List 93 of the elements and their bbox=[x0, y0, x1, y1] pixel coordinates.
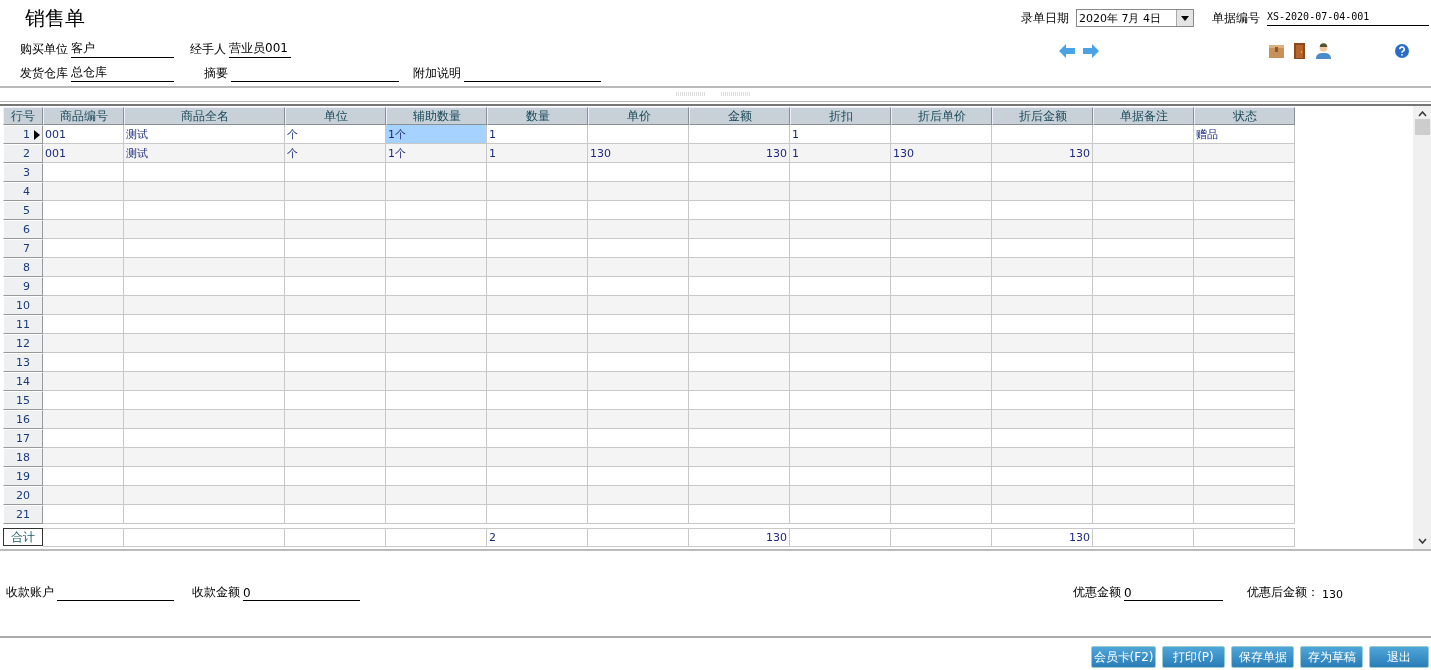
row-number: 7 bbox=[3, 239, 43, 258]
column-header[interactable]: 单价 bbox=[588, 107, 689, 125]
field-label: 优惠后金额： bbox=[1247, 584, 1319, 601]
table-cell: 1个 bbox=[386, 125, 487, 144]
table-cell: 001 bbox=[43, 125, 124, 144]
total-label: 合计 bbox=[3, 528, 43, 546]
field-label: 收款账户 bbox=[6, 584, 54, 601]
table-cell: 130 bbox=[992, 144, 1093, 163]
row-number: 10 bbox=[3, 296, 43, 315]
user-icon[interactable] bbox=[1316, 43, 1331, 59]
row-number: 1 bbox=[3, 125, 43, 144]
table-cell: 1 bbox=[487, 125, 588, 144]
action-button[interactable]: 存为草稿 bbox=[1300, 646, 1363, 668]
row-number: 9 bbox=[3, 277, 43, 296]
field-value: 130 bbox=[1322, 588, 1343, 601]
row-number: 21 bbox=[3, 505, 43, 524]
column-header[interactable]: 金额 bbox=[689, 107, 790, 125]
field-label: 收款金额 bbox=[192, 584, 240, 601]
row-number: 12 bbox=[3, 334, 43, 353]
input-field[interactable]: XS-2020-07-04-001 bbox=[1267, 10, 1429, 26]
column-header[interactable]: 折后单价 bbox=[891, 107, 992, 125]
table-cell: 2 bbox=[487, 528, 588, 547]
table-cell: 测试 bbox=[124, 125, 285, 144]
caret-down-icon bbox=[1181, 15, 1189, 21]
row-number: 13 bbox=[3, 353, 43, 372]
row-number: 14 bbox=[3, 372, 43, 391]
field-label: 摘要 bbox=[204, 65, 228, 82]
table-cell: 个 bbox=[285, 144, 386, 163]
field-label: 录单日期 bbox=[1021, 9, 1069, 27]
date-value: 2020年 7月 4日 bbox=[1079, 10, 1161, 26]
column-header[interactable]: 单位 bbox=[285, 107, 386, 125]
table-cell: 130 bbox=[588, 144, 689, 163]
table-cell: 001 bbox=[43, 144, 124, 163]
action-button[interactable]: 会员卡(F2) bbox=[1091, 646, 1156, 668]
row-number: 15 bbox=[3, 391, 43, 410]
row-number: 4 bbox=[3, 182, 43, 201]
column-header[interactable]: 状态 bbox=[1194, 107, 1295, 125]
page-title: 销售单 bbox=[24, 5, 86, 32]
input-field[interactable]: 总仓库 bbox=[71, 64, 174, 82]
table-cell: 测试 bbox=[124, 144, 285, 163]
table-cell: 130 bbox=[689, 528, 790, 547]
table-cell: 1 bbox=[487, 144, 588, 163]
field-label: 优惠金额 bbox=[1073, 584, 1121, 601]
box-icon[interactable] bbox=[1269, 44, 1284, 58]
input-field[interactable]: 营业员001 bbox=[229, 40, 291, 58]
field-label: 经手人 bbox=[190, 41, 226, 58]
table-cell: 1 bbox=[790, 144, 891, 163]
column-header[interactable]: 商品全名 bbox=[124, 107, 285, 125]
column-header[interactable]: 折扣 bbox=[790, 107, 891, 125]
column-header[interactable]: 行号 bbox=[3, 107, 43, 125]
dropdown-button[interactable] bbox=[1176, 10, 1193, 26]
row-number: 19 bbox=[3, 467, 43, 486]
table-cell: 1 bbox=[790, 125, 891, 144]
table-cell: 130 bbox=[891, 144, 992, 163]
date-picker[interactable]: 2020年 7月 4日 bbox=[1076, 9, 1194, 27]
field-label: 发货仓库 bbox=[20, 65, 68, 82]
row-number: 17 bbox=[3, 429, 43, 448]
help-icon[interactable] bbox=[1395, 44, 1409, 58]
table-cell: 1个 bbox=[386, 144, 487, 163]
input-field[interactable]: 0 bbox=[1124, 586, 1223, 601]
column-header[interactable]: 数量 bbox=[487, 107, 588, 125]
row-number: 18 bbox=[3, 448, 43, 467]
row-number: 11 bbox=[3, 315, 43, 334]
current-row-icon bbox=[34, 130, 40, 140]
row-number: 20 bbox=[3, 486, 43, 505]
column-header[interactable]: 折后金额 bbox=[992, 107, 1093, 125]
arrow-right-icon[interactable] bbox=[1083, 44, 1099, 58]
row-number: 8 bbox=[3, 258, 43, 277]
row-number: 3 bbox=[3, 163, 43, 182]
field-label: 单据编号 bbox=[1212, 9, 1260, 27]
row-number: 16 bbox=[3, 410, 43, 429]
table-cell: 130 bbox=[689, 144, 790, 163]
field-label: 购买单位 bbox=[20, 41, 68, 58]
row-number: 2 bbox=[3, 144, 43, 163]
row-number: 5 bbox=[3, 201, 43, 220]
input-field[interactable]: 0 bbox=[243, 586, 360, 601]
arrow-left-icon[interactable] bbox=[1059, 44, 1075, 58]
field-label: 附加说明 bbox=[413, 65, 461, 82]
table-cell: 130 bbox=[992, 528, 1093, 547]
input-field[interactable]: 客户 bbox=[71, 40, 174, 58]
action-button[interactable]: 打印(P) bbox=[1162, 646, 1225, 668]
action-button[interactable]: 退出 bbox=[1369, 646, 1429, 668]
scroll-up-icon[interactable] bbox=[1417, 111, 1427, 117]
scroll-thumb[interactable] bbox=[1414, 119, 1430, 135]
column-header[interactable]: 辅助数量 bbox=[386, 107, 487, 125]
scrollbar[interactable] bbox=[1413, 106, 1431, 549]
action-button[interactable]: 保存单据 bbox=[1231, 646, 1294, 668]
column-header[interactable]: 商品编号 bbox=[43, 107, 124, 125]
column-header[interactable]: 单据备注 bbox=[1093, 107, 1194, 125]
row-number: 6 bbox=[3, 220, 43, 239]
table-cell: 个 bbox=[285, 125, 386, 144]
scroll-down-icon[interactable] bbox=[1417, 538, 1427, 544]
table-cell: 赠品 bbox=[1194, 125, 1295, 144]
